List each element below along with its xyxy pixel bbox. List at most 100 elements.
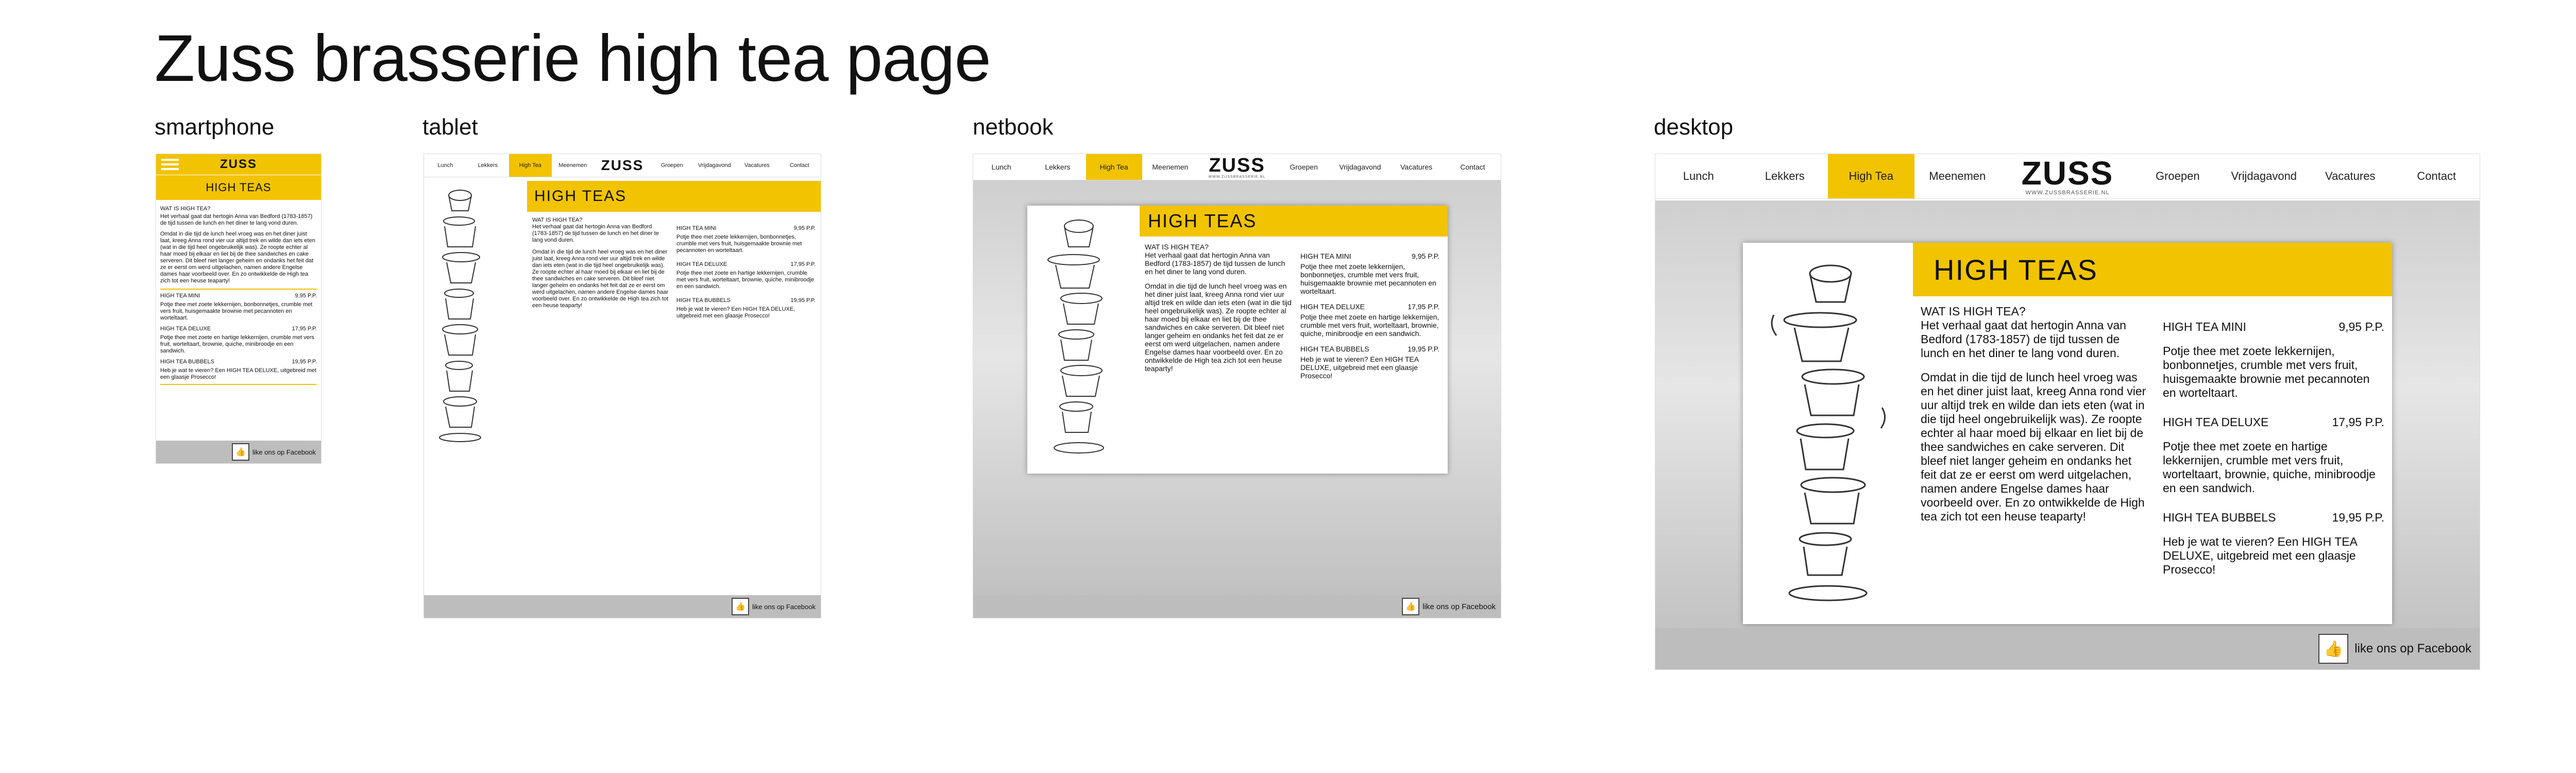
desktop-menu: HIGH TEA MINI 9,95 P.P. Potje thee met zo… xyxy=(2163,320,2384,577)
teacup-stack-illustration xyxy=(439,190,481,442)
nav-vacatures[interactable]: Vacatures xyxy=(736,154,778,177)
smartphone-panel-title: HIGH TEAS xyxy=(206,181,272,194)
facebook-link[interactable]: like ons op Facebook xyxy=(252,448,316,456)
facebook-link[interactable]: like ons op Facebook xyxy=(2354,642,2471,656)
menu-item: HIGH TEA BUBBELS 19,95 P.P. xyxy=(160,359,317,365)
nav-lunch[interactable]: Lunch xyxy=(973,154,1029,180)
intro-heading: WAT IS HIGH TEA? xyxy=(1921,305,2026,318)
intro-heading: WAT IS HIGH TEA? xyxy=(160,206,211,212)
smartphone-footer: 👍 like ons op Facebook xyxy=(156,441,321,463)
nav-groepen[interactable]: Groepen xyxy=(2134,154,2221,198)
intro-p2: Omdat in die tijd de lunch heel vroeg wa… xyxy=(532,249,669,309)
tablet-menu: HIGH TEA MINI 9,95 P.P. Potje thee met zo… xyxy=(676,225,816,320)
menu-desc: Heb je wat te vieren? Een HIGH TEA DELUX… xyxy=(2163,535,2357,576)
intro-p2: Omdat in die tijd de lunch heel vroeg wa… xyxy=(160,231,315,284)
menu-item: HIGH TEA DELUXE 17,95 P.P. xyxy=(676,261,816,267)
menu-item: HIGH TEA MINI 9,95 P.P. xyxy=(1300,252,1439,260)
nav-meenemen[interactable]: Meenemen xyxy=(1142,154,1198,180)
nav-lunch[interactable]: Lunch xyxy=(1655,154,1742,198)
facebook-like-icon[interactable]: 👍 xyxy=(732,598,750,615)
netbook-intro: WAT IS HIGH TEA? Het verhaal gaat dat he… xyxy=(1145,243,1292,373)
nav-high-tea[interactable]: High Tea xyxy=(509,154,552,177)
facebook-link[interactable]: like ons op Facebook xyxy=(1422,602,1496,611)
nav-lekkers[interactable]: Lekkers xyxy=(1029,154,1086,180)
desktop-nav: Lunch Lekkers High Tea Meenemen ZUSS WWW… xyxy=(1655,154,2480,199)
label-desktop: desktop xyxy=(1654,114,1734,140)
intro-p1: Het verhaal gaat dat hertogin Anna van B… xyxy=(1145,251,1285,276)
menu-desc: Potje thee met zoete en hartige lekkerni… xyxy=(160,334,314,354)
nav-contact[interactable]: Contact xyxy=(2394,154,2480,198)
smartphone-title-bar: HIGH TEAS xyxy=(156,175,321,200)
tablet-intro: WAT IS HIGH TEA? Het verhaal gaat dat he… xyxy=(532,217,669,309)
intro-p1: Het verhaal gaat dat hertogin Anna van B… xyxy=(532,224,659,243)
desktop-panel: HIGH TEAS WAT IS HIGH TEA? Het verhaal g… xyxy=(1743,243,2392,624)
page-title: Zuss brasserie high tea page xyxy=(155,22,991,95)
label-tablet: tablet xyxy=(422,114,478,140)
nav-contact[interactable]: Contact xyxy=(1445,154,1501,180)
menu-item: HIGH TEA DELUXE 17,95 P.P. xyxy=(160,326,317,332)
facebook-like-icon[interactable]: 👍 xyxy=(232,443,250,461)
menu-desc: Potje thee met zoete en hartige lekkerni… xyxy=(2163,440,2376,495)
nav-lunch[interactable]: Lunch xyxy=(424,154,467,177)
menu-desc: Potje thee met zoete lekkernijen, bonbon… xyxy=(160,301,313,321)
intro-heading: WAT IS HIGH TEA? xyxy=(532,217,583,223)
nav-contact[interactable]: Contact xyxy=(778,154,821,177)
nav-meenemen[interactable]: Meenemen xyxy=(1914,154,2001,198)
nav-vrijdagavond[interactable]: Vrijdagavond xyxy=(2221,154,2308,198)
intro-heading: WAT IS HIGH TEA? xyxy=(1145,243,1209,251)
nav-high-tea[interactable]: High Tea xyxy=(1086,154,1142,180)
netbook-panel-title: HIGH TEAS xyxy=(1148,210,1257,231)
smartphone-content: WAT IS HIGH TEA? Het verhaal gaat dat he… xyxy=(160,206,317,385)
nav-vrijdagavond[interactable]: Vrijdagavond xyxy=(1332,154,1388,180)
nav-lekkers[interactable]: Lekkers xyxy=(1742,154,1828,198)
menu-desc: Potje thee met zoete en hartige lekkerni… xyxy=(1300,313,1439,338)
tablet-title-bar: HIGH TEAS xyxy=(527,181,821,212)
menu-desc: Heb je wat te vieren? Een HIGH TEA DELUX… xyxy=(160,367,317,380)
teacup-stack-illustration xyxy=(1771,264,1886,601)
desktop-logo[interactable]: ZUSS WWW.ZUSSBRASSERIE.NL xyxy=(2001,154,2134,198)
nav-lekkers[interactable]: Lekkers xyxy=(467,154,510,177)
nav-meenemen[interactable]: Meenemen xyxy=(552,154,595,177)
tablet-logo[interactable]: ZUSS xyxy=(594,154,651,177)
smartphone-header: ZUSS xyxy=(156,154,321,175)
intro-p1: Het verhaal gaat dat hertogin Anna van B… xyxy=(1921,318,2126,360)
desktop-intro: WAT IS HIGH TEA? Het verhaal gaat dat he… xyxy=(1921,305,2147,524)
menu-item: HIGH TEA MINI 9,95 P.P. xyxy=(676,225,816,231)
nav-vacatures[interactable]: Vacatures xyxy=(1388,154,1445,180)
desktop-mockup: Lunch Lekkers High Tea Meenemen ZUSS WWW… xyxy=(1655,154,2480,670)
intro-p2: Omdat in die tijd de lunch heel vroeg wa… xyxy=(1145,282,1292,373)
hamburger-menu-icon[interactable] xyxy=(161,159,179,170)
menu-item: HIGH TEA BUBBELS 19,95 P.P. xyxy=(1300,345,1439,353)
netbook-title-bar: HIGH TEAS xyxy=(1140,206,1448,237)
facebook-like-icon[interactable]: 👍 xyxy=(2318,634,2349,664)
teacup-stack-illustration xyxy=(1047,220,1104,453)
label-netbook: netbook xyxy=(973,114,1054,140)
nav-vrijdagavond[interactable]: Vrijdagavond xyxy=(693,154,736,177)
menu-desc: Potje thee met zoete en hartige lekkerni… xyxy=(676,270,815,290)
tablet-nav: Lunch Lekkers High Tea Meenemen ZUSS Gro… xyxy=(424,154,821,177)
netbook-mockup: Lunch Lekkers High Tea Meenemen ZUSS WWW… xyxy=(973,154,1501,618)
netbook-logo[interactable]: ZUSS WWW.ZUSSBRASSERIE.NL xyxy=(1198,154,1276,180)
menu-desc: Potje thee met zoete lekkernijen, bonbon… xyxy=(2163,344,2370,399)
menu-item: HIGH TEA DELUXE 17,95 P.P. xyxy=(1300,303,1439,311)
desktop-title-bar: HIGH TEAS xyxy=(1913,243,2392,296)
menu-item: HIGH TEA BUBBELS 19,95 P.P. xyxy=(676,297,816,304)
menu-desc: Heb je wat te vieren? Een HIGH TEA DELUX… xyxy=(1300,355,1419,380)
intro-p1: Het verhaal gaat dat hertogin Anna van B… xyxy=(160,213,313,226)
netbook-menu: HIGH TEA MINI 9,95 P.P. Potje thee met zo… xyxy=(1300,252,1439,380)
nav-groepen[interactable]: Groepen xyxy=(1276,154,1332,180)
menu-desc: Potje thee met zoete lekkernijen, bonbon… xyxy=(676,234,802,254)
nav-groepen[interactable]: Groepen xyxy=(651,154,693,177)
tablet-panel-title: HIGH TEAS xyxy=(534,188,627,205)
facebook-link[interactable]: like ons op Facebook xyxy=(752,603,816,611)
smartphone-logo[interactable]: ZUSS xyxy=(220,157,257,172)
netbook-footer: 👍 like ons op Facebook xyxy=(973,595,1501,618)
facebook-like-icon[interactable]: 👍 xyxy=(1402,598,1420,615)
netbook-nav: Lunch Lekkers High Tea Meenemen ZUSS WWW… xyxy=(973,154,1501,180)
smartphone-mockup: ZUSS HIGH TEAS WAT IS HIGH TEA? Het verh… xyxy=(156,154,321,464)
nav-vacatures[interactable]: Vacatures xyxy=(2307,154,2394,198)
desktop-panel-title: HIGH TEAS xyxy=(1934,253,2098,286)
menu-item: HIGH TEA BUBBELS 19,95 P.P. xyxy=(2163,511,2384,524)
nav-high-tea[interactable]: High Tea xyxy=(1828,154,1914,198)
tablet-mockup: Lunch Lekkers High Tea Meenemen ZUSS Gro… xyxy=(423,154,821,618)
